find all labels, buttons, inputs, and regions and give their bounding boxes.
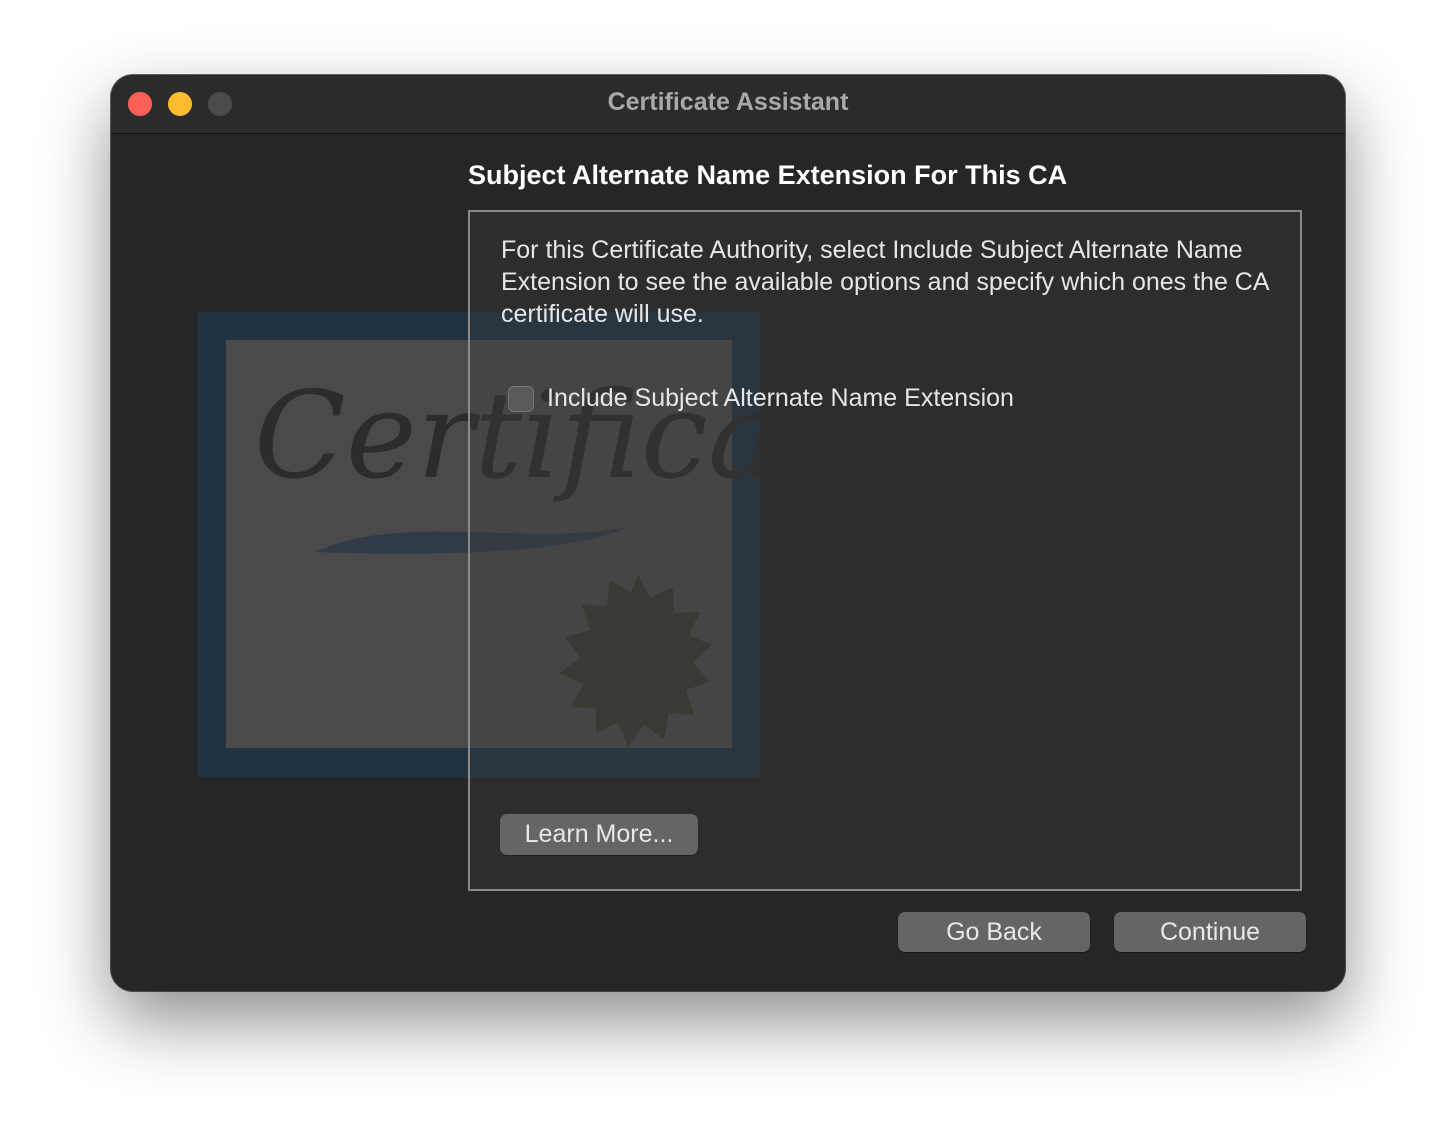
content-panel: For this Certificate Authority, select I… <box>468 210 1302 891</box>
learn-more-button[interactable]: Learn More... <box>500 814 698 855</box>
window-title: Certificate Assistant <box>607 88 849 116</box>
description-text: For this Certificate Authority, select I… <box>501 236 1269 328</box>
include-san-checkbox-row[interactable]: Include Subject Alternate Name Extension <box>508 384 1014 413</box>
go-back-button[interactable]: Go Back <box>898 912 1090 952</box>
title-bar: Certificate Assistant <box>111 75 1345 134</box>
include-san-checkbox-label[interactable]: Include Subject Alternate Name Extension <box>547 384 1014 413</box>
continue-button[interactable]: Continue <box>1114 912 1306 952</box>
include-san-checkbox[interactable] <box>508 385 534 412</box>
page-heading: Subject Alternate Name Extension For Thi… <box>468 160 1068 190</box>
certificate-assistant-window: Certificate Assistant Certificate Subjec… <box>111 75 1345 991</box>
